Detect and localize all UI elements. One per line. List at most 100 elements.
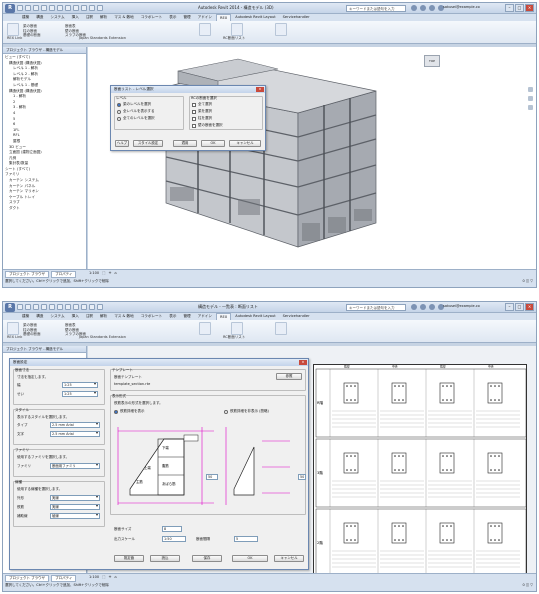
maximize-button[interactable]: □ (515, 303, 524, 311)
search-icon[interactable] (411, 5, 417, 11)
redo-icon[interactable] (41, 304, 47, 310)
ribbon-tab[interactable]: 構造 (33, 14, 46, 21)
print-icon[interactable] (49, 304, 55, 310)
measure-icon[interactable] (57, 5, 63, 11)
ribbon-tab[interactable]: 表示 (166, 313, 179, 320)
search-input[interactable]: キーワードまたは語句を入力 (346, 5, 406, 12)
radio-show-rebar[interactable] (114, 410, 118, 414)
section-spacing-input[interactable]: 5 (234, 536, 258, 542)
radio-show-all[interactable] (117, 110, 121, 114)
save-button[interactable]: 保存 (192, 555, 222, 562)
section-list-button[interactable] (275, 322, 287, 335)
undo-icon[interactable] (33, 5, 39, 11)
text-icon[interactable] (73, 304, 79, 310)
close-hidden-icon[interactable] (97, 5, 103, 11)
section-icon[interactable] (89, 5, 95, 11)
search-icon[interactable] (411, 304, 417, 310)
ribbon-tab[interactable]: 建築 (19, 313, 32, 320)
section-list-button[interactable] (231, 322, 243, 335)
tab-project-browser[interactable]: プロジェクト ブラウザ (5, 271, 50, 278)
ribbon-tab[interactable]: 構造 (33, 313, 46, 320)
open-icon[interactable] (17, 5, 23, 11)
width-scale-select[interactable]: 1:25 (62, 382, 98, 388)
rex-link-button[interactable] (7, 322, 19, 335)
ribbon-tab[interactable]: 挿入 (69, 313, 82, 320)
print-icon[interactable] (49, 5, 55, 11)
minimize-button[interactable]: – (505, 303, 514, 311)
ribbon-tab[interactable]: 表示 (166, 14, 179, 21)
checkbox-wall[interactable] (192, 124, 196, 128)
radio-select-all[interactable] (117, 117, 121, 121)
ribbon-tab[interactable]: 挿入 (69, 14, 82, 21)
ribbon-tab[interactable]: REX (216, 313, 232, 320)
text-type-select[interactable]: 2.5 mm Arial (50, 422, 100, 428)
checkbox-column[interactable] (192, 117, 196, 121)
communication-icon[interactable] (429, 5, 435, 11)
ok-button[interactable]: OK (201, 140, 225, 147)
browse-button[interactable]: 参照 (276, 373, 302, 380)
dim-b-field[interactable]: 50 (298, 474, 306, 480)
subscription-icon[interactable] (420, 5, 426, 11)
ribbon-tab[interactable]: 解析 (97, 14, 110, 21)
save-icon[interactable] (25, 5, 31, 11)
ribbon-tab[interactable]: システム (47, 14, 67, 21)
load-button[interactable]: 読込 (150, 555, 180, 562)
radio-hide-rebar[interactable] (224, 410, 228, 414)
sun-icon[interactable]: ☀ (108, 271, 111, 275)
text-icon[interactable] (73, 5, 79, 11)
search-input[interactable]: キーワードまたは語句を入力 (346, 304, 406, 311)
default-button[interactable]: 既定値 (114, 555, 144, 562)
detail-level-icon[interactable]: ⬚ (102, 575, 105, 579)
3d-view-icon[interactable] (81, 304, 87, 310)
ribbon-tab[interactable]: アドイン (195, 313, 215, 320)
communication-icon[interactable] (429, 304, 435, 310)
dialog-close-button[interactable]: × (256, 87, 264, 92)
subscription-icon[interactable] (420, 304, 426, 310)
ok-button[interactable]: OK (232, 555, 268, 562)
family-select[interactable]: 断面用ファミリ (50, 463, 100, 469)
app-menu-button[interactable]: R (5, 4, 15, 13)
ribbon-tab[interactable]: 注釈 (83, 313, 96, 320)
tab-properties[interactable]: プロパティ (51, 575, 77, 582)
maximize-button[interactable]: □ (515, 4, 524, 12)
steering-wheel-icon[interactable] (528, 87, 533, 92)
section-list-button[interactable] (199, 322, 211, 335)
sun-icon[interactable]: ☀ (108, 575, 111, 579)
cancel-button[interactable]: キャンセル (229, 140, 261, 147)
ribbon-tab[interactable]: Servicehandler (280, 14, 313, 21)
aux-linestyle-select[interactable]: 破線 (50, 513, 100, 519)
measure-icon[interactable] (57, 304, 63, 310)
dimension-icon[interactable] (65, 304, 71, 310)
ribbon-tab[interactable]: REX (216, 14, 232, 21)
output-scale-input[interactable]: 1:50 (162, 536, 186, 542)
rex-link-button[interactable] (7, 23, 19, 36)
zoom-icon[interactable] (528, 96, 533, 101)
close-button[interactable]: × (525, 4, 534, 12)
3d-view-icon[interactable] (81, 5, 87, 11)
ribbon-tab[interactable]: アドイン (195, 14, 215, 21)
crop-icon[interactable]: ⌂ (115, 575, 117, 579)
app-menu-button[interactable]: R (5, 303, 15, 312)
dimension-icon[interactable] (65, 5, 71, 11)
crop-icon[interactable]: ⌂ (115, 271, 117, 275)
section-list-button[interactable] (231, 23, 243, 36)
section-icon[interactable] (89, 304, 95, 310)
cancel-button[interactable]: キャンセル (274, 555, 304, 562)
section-size-input[interactable]: 8 (162, 526, 182, 532)
tab-properties[interactable]: プロパティ (51, 271, 77, 278)
ribbon-tab[interactable]: 管理 (180, 313, 193, 320)
outline-linestyle-select[interactable]: 実線 (50, 495, 100, 501)
redo-icon[interactable] (41, 5, 47, 11)
depth-scale-select[interactable]: 1:25 (62, 391, 98, 397)
ribbon-tab[interactable]: 建築 (19, 14, 32, 21)
ribbon-tab[interactable]: システム (47, 313, 67, 320)
dialog-close-button[interactable]: × (299, 360, 307, 365)
scale-selector[interactable]: 1:100 (89, 271, 99, 275)
ribbon-group-item[interactable]: 基礎の断面 (23, 332, 41, 337)
ribbon-tab[interactable]: Autodesk Revit Layout (232, 14, 278, 21)
browser-tree-item[interactable]: ダクト (5, 206, 84, 212)
tab-project-browser[interactable]: プロジェクト ブラウザ (5, 575, 50, 582)
dim-a-field[interactable]: 50 (206, 474, 218, 480)
open-icon[interactable] (17, 304, 23, 310)
close-button[interactable]: × (525, 303, 534, 311)
